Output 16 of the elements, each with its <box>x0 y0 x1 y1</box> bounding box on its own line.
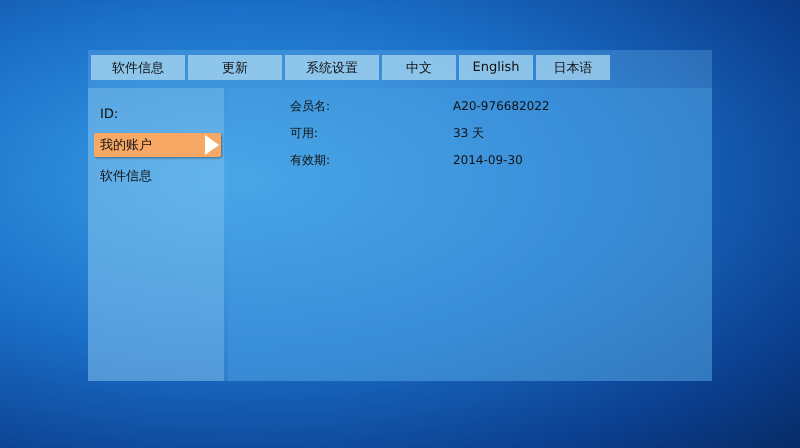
sidebar-item[interactable]: 软件信息 <box>94 164 221 188</box>
field-label: 会员名: <box>290 98 332 114</box>
field-value: 2014-09-30 <box>453 153 523 167</box>
tab[interactable]: 系统设置 <box>285 55 379 80</box>
field-value: A20-976682022 <box>453 99 550 113</box>
field-value: 33 天 <box>453 124 484 142</box>
triangle-icon <box>205 135 219 155</box>
sidebar-item[interactable]: ID: <box>94 102 221 126</box>
field-label: 有效期: <box>290 152 332 168</box>
tab[interactable]: 日本语 <box>536 55 610 80</box>
tab[interactable]: 更新 <box>188 55 282 80</box>
field-label: 可用: <box>290 124 320 142</box>
tab[interactable]: 软件信息 <box>91 55 185 80</box>
sidebar-item[interactable]: 我的账户 <box>94 133 221 157</box>
tab[interactable]: English <box>459 55 533 80</box>
tab[interactable]: 中文 <box>382 55 456 80</box>
